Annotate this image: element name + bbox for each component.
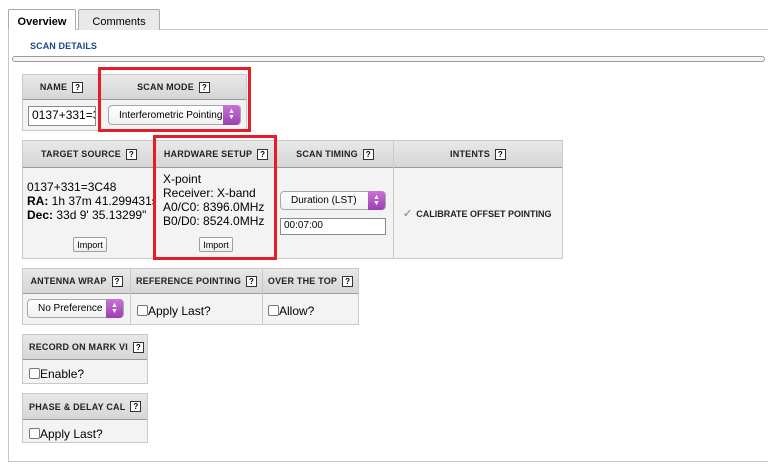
scan-mode-highlight <box>98 67 251 132</box>
tab-comments[interactable]: Comments <box>78 9 160 30</box>
target-source-header: TARGET SOURCE? <box>23 141 155 168</box>
hardware-setup-highlight <box>153 135 277 260</box>
select-chevron-icon: ▲ ▼ <box>106 299 123 318</box>
help-icon[interactable]: ? <box>125 148 137 160</box>
antenna-wrap-header: ANTENNA WRAP? <box>23 269 130 294</box>
help-icon[interactable]: ? <box>72 81 84 93</box>
duration-input[interactable]: 00:07:00 <box>280 218 386 235</box>
name-input[interactable]: 0137+331=3C48 <box>28 106 96 126</box>
over-the-top-option[interactable]: Allow? <box>268 302 314 320</box>
phase-delay-option[interactable]: Apply Last? <box>29 425 103 443</box>
tab-overview[interactable]: Overview <box>8 9 76 30</box>
intents-header: INTENTS? <box>394 141 562 168</box>
record-mark-checkbox[interactable] <box>29 368 40 380</box>
over-the-top-header: OVER THE TOP? <box>263 269 358 294</box>
reference-pointing-header: REFERENCE POINTING? <box>131 269 262 294</box>
help-icon[interactable]: ? <box>111 275 123 287</box>
target-import-button[interactable]: Import <box>73 237 107 252</box>
record-mark-header: RECORD ON MARK VI? <box>23 335 147 360</box>
target-source-ra: RA: 1h 37m 41.299431s <box>27 195 154 208</box>
target-source-name: 0137+331=3C48 <box>27 180 117 194</box>
reference-pointing-option[interactable]: Apply Last? <box>137 302 211 320</box>
reference-pointing-checkbox[interactable] <box>137 305 148 317</box>
help-icon[interactable]: ? <box>362 148 374 160</box>
phase-delay-checkbox[interactable] <box>29 428 40 440</box>
help-icon[interactable]: ? <box>342 275 354 287</box>
record-mark-option[interactable]: Enable? <box>29 365 84 383</box>
section-title: SCAN DETAILS <box>30 41 98 51</box>
antenna-wrap-select[interactable]: No Preference ▲ ▼ <box>27 299 124 318</box>
help-icon[interactable]: ? <box>494 148 506 160</box>
select-chevron-icon: ▲ ▼ <box>368 191 385 210</box>
checkmark-icon: ✓ <box>403 208 413 220</box>
intent-calibrate-offset-pointing[interactable]: ✓ CALIBRATE OFFSET POINTING <box>403 207 552 220</box>
help-icon[interactable]: ? <box>130 401 142 412</box>
help-icon[interactable]: ? <box>132 341 144 353</box>
target-source-dec: Dec: 33d 9' 35.13299" <box>27 209 147 222</box>
section-divider <box>12 56 765 62</box>
over-the-top-checkbox[interactable] <box>268 305 279 317</box>
scan-timing-select[interactable]: Duration (LST) ▲ ▼ <box>280 191 386 210</box>
name-header: NAME? <box>23 75 100 100</box>
help-icon[interactable]: ? <box>246 275 258 287</box>
phase-delay-header: PHASE & DELAY CAL? <box>23 394 147 420</box>
scan-timing-header: SCAN TIMING? <box>277 141 393 168</box>
